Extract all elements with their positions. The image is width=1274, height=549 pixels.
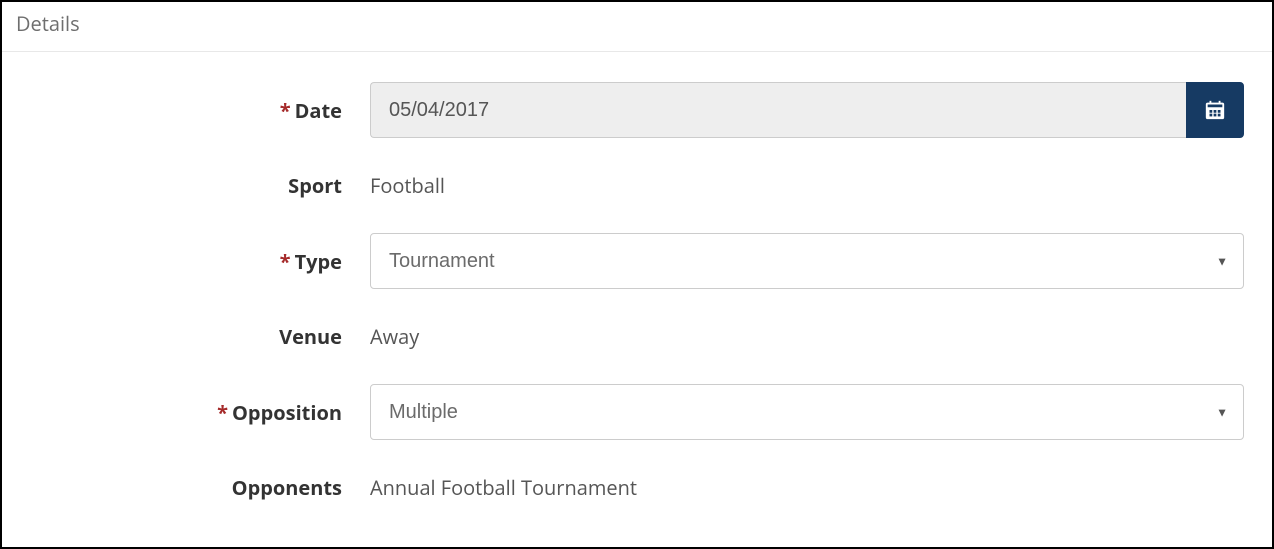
row-type: *Type Tournament ▼	[30, 233, 1244, 289]
label-opposition-text: Opposition	[232, 399, 342, 426]
row-sport: Sport Football	[30, 172, 1244, 199]
label-date: *Date	[30, 97, 370, 124]
label-sport: Sport	[30, 172, 370, 199]
required-mark: *	[280, 248, 291, 275]
calendar-icon	[1204, 99, 1226, 121]
date-picker-button[interactable]	[1186, 82, 1244, 138]
type-select-wrap: Tournament ▼	[370, 233, 1244, 289]
label-opponents: Opponents	[30, 474, 370, 501]
details-panel: Details *Date	[0, 0, 1274, 549]
row-opponents: Opponents Annual Football Tournament	[30, 474, 1244, 501]
label-venue-text: Venue	[279, 323, 342, 350]
opponents-value: Annual Football Tournament	[370, 474, 637, 501]
label-venue: Venue	[30, 323, 370, 350]
label-type-text: Type	[295, 248, 342, 275]
required-mark: *	[217, 399, 228, 426]
row-venue: Venue Away	[30, 323, 1244, 350]
label-date-text: Date	[295, 97, 342, 124]
panel-title: Details	[2, 2, 1272, 52]
type-control: Tournament ▼	[370, 233, 1244, 289]
label-type: *Type	[30, 248, 370, 275]
opponents-control: Annual Football Tournament	[370, 474, 1244, 501]
venue-value: Away	[370, 323, 419, 350]
opposition-select-wrap: Multiple ▼	[370, 384, 1244, 440]
opposition-control: Multiple ▼	[370, 384, 1244, 440]
date-input-group	[370, 82, 1244, 138]
label-sport-text: Sport	[288, 172, 342, 199]
sport-value: Football	[370, 172, 445, 199]
required-mark: *	[280, 97, 291, 124]
panel-body: *Date	[2, 52, 1272, 547]
date-control	[370, 82, 1244, 138]
row-date: *Date	[30, 82, 1244, 138]
row-opposition: *Opposition Multiple ▼	[30, 384, 1244, 440]
label-opponents-text: Opponents	[232, 474, 342, 501]
type-select[interactable]: Tournament	[370, 233, 1244, 289]
date-input[interactable]	[370, 82, 1186, 138]
label-opposition: *Opposition	[30, 399, 370, 426]
opposition-select[interactable]: Multiple	[370, 384, 1244, 440]
venue-control: Away	[370, 323, 1244, 350]
sport-control: Football	[370, 172, 1244, 199]
